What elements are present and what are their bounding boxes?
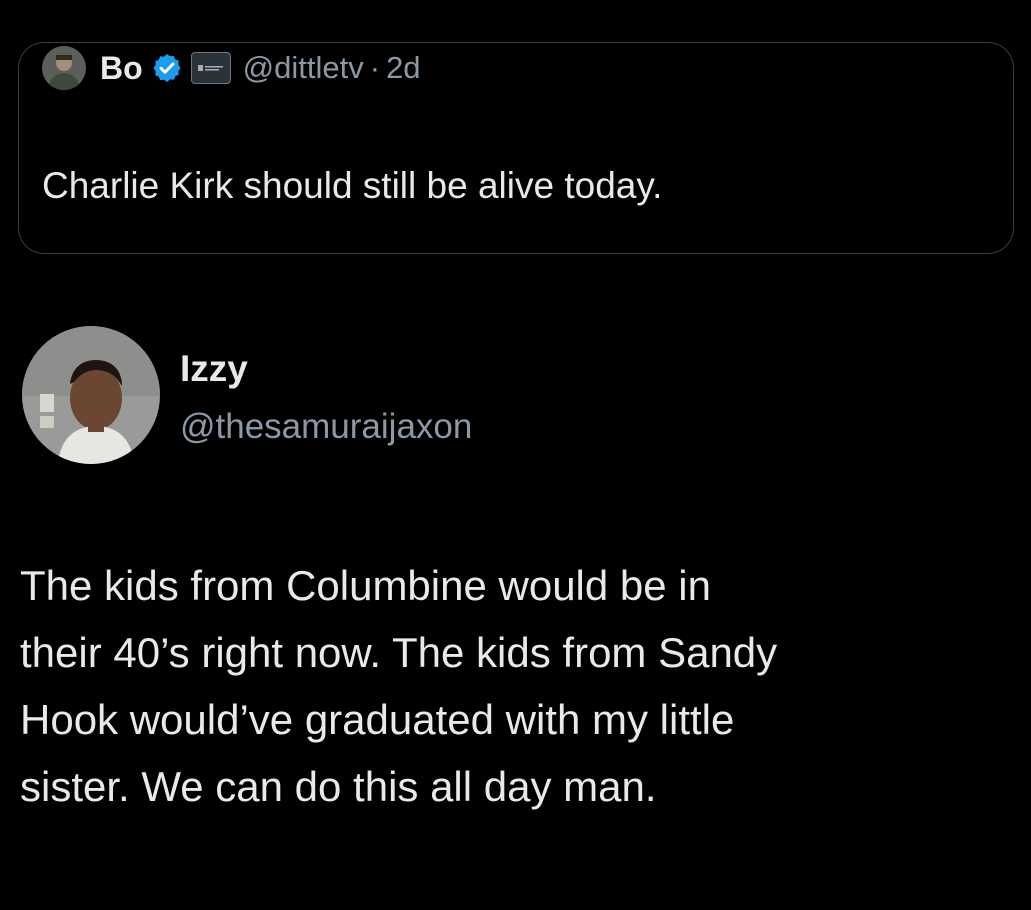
tweet-text: The kids from Columbine would be in thei… [20, 552, 1010, 820]
author-avatar[interactable] [22, 326, 160, 464]
tweet-text-line: Hook would’ve graduated with my little [20, 696, 735, 743]
tweet-text-line: sister. We can do this all day man. [20, 763, 657, 810]
tweet-text-line: The kids from Columbine would be in [20, 562, 711, 609]
quoted-tweet-time[interactable]: 2d [386, 50, 420, 86]
quoted-tweet-header: Bo @dittletv · 2d [42, 46, 421, 90]
author-name[interactable]: Izzy [180, 348, 248, 390]
quoted-author-handle[interactable]: @dittletv [243, 50, 364, 86]
quoted-tweet-text: Charlie Kirk should still be alive today… [42, 165, 663, 206]
verified-badge-icon [151, 52, 183, 84]
author-handle[interactable]: @thesamuraijaxon [180, 406, 472, 448]
quoted-author-avatar[interactable] [42, 46, 86, 90]
quoted-author-name[interactable]: Bo [100, 50, 143, 87]
affiliation-badge-icon[interactable] [190, 52, 231, 84]
separator-dot: · [369, 50, 381, 85]
tweet-text-line: their 40’s right now. The kids from Sand… [20, 629, 778, 676]
